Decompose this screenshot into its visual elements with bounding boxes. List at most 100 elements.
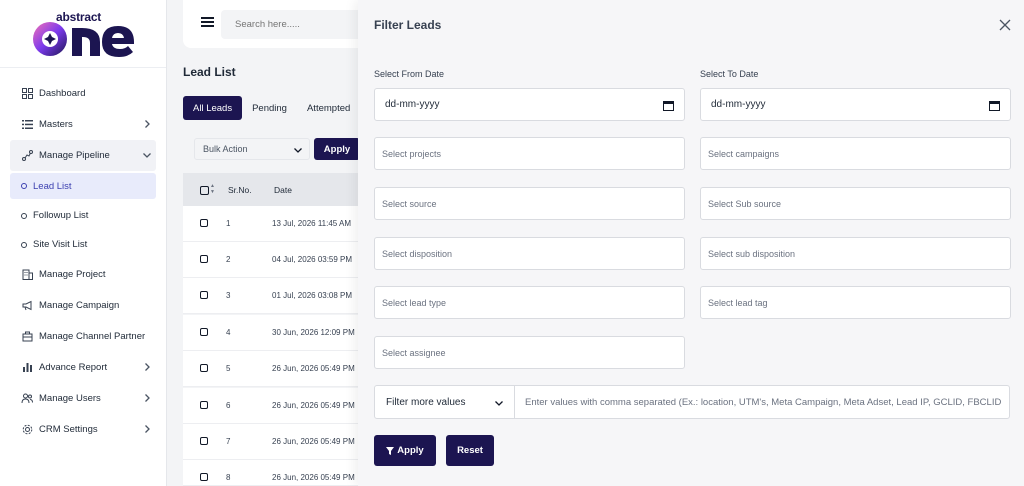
bulk-action-label: Bulk Action [203, 144, 248, 154]
from-date-placeholder: dd-mm-yyyy [385, 99, 440, 110]
campaigns-select[interactable]: Select campaigns [700, 137, 1011, 170]
bulk-action-select[interactable]: Bulk Action [194, 138, 310, 160]
row-date: 01 Jul, 2026 03:08 PM [272, 291, 353, 300]
chevron-down-icon [143, 153, 151, 158]
row-checkbox[interactable] [200, 291, 208, 299]
to-date-placeholder: dd-mm-yyyy [711, 99, 766, 110]
disposition-select[interactable]: Select disposition [374, 237, 685, 270]
calendar-icon[interactable] [663, 100, 674, 111]
page-title: Lead List [183, 65, 236, 79]
row-checkbox[interactable] [200, 364, 208, 372]
sort-icon[interactable]: ▲ ▼ [210, 183, 215, 195]
chevron-right-icon [145, 120, 150, 128]
filter-panel-title: Filter Leads [374, 18, 442, 32]
filter-apply-button[interactable]: Apply [374, 435, 436, 466]
select-all-checkbox[interactable] [200, 186, 209, 195]
row-checkbox[interactable] [200, 328, 208, 336]
sidebar-item-dashboard[interactable]: Dashboard [0, 78, 166, 109]
sidebar-subitem-site-visit-list[interactable]: Site Visit List [0, 230, 166, 259]
filter-more-values-group: Filter more values Enter values with com… [374, 385, 1010, 419]
column-header-sr-no[interactable]: Sr.No. [228, 185, 252, 195]
handshake-icon [21, 331, 33, 343]
sidebar-subitem-label: Followup List [33, 210, 89, 221]
bar-chart-icon [21, 362, 33, 374]
filter-reset-button[interactable]: Reset [446, 435, 494, 466]
tab-all-leads[interactable]: All Leads [183, 96, 243, 120]
row-date: 13 Jul, 2026 11:45 AM [272, 219, 352, 228]
row-date: 26 Jun, 2026 05:49 PM [272, 473, 355, 482]
from-date-input[interactable]: dd-mm-yyyy [374, 88, 685, 121]
sidebar-item-label: Masters [39, 119, 73, 130]
brand-one-logo-icon [33, 22, 134, 57]
sidebar-subitem-label: Site Visit List [33, 239, 88, 250]
row-sr-no: 4 [226, 328, 231, 337]
grid-icon [21, 88, 33, 100]
assignee-select[interactable]: Select assignee [374, 336, 685, 369]
sub-disposition-select[interactable]: Select sub disposition [700, 237, 1011, 270]
row-checkbox[interactable] [200, 401, 208, 409]
circle-icon [21, 241, 27, 248]
sidebar-item-manage-campaign[interactable]: Manage Campaign [0, 290, 166, 321]
filter-more-values-input[interactable]: Enter values with comma separated (Ex.: … [525, 386, 1001, 418]
source-select[interactable]: Select source [374, 187, 685, 220]
row-sr-no: 6 [226, 401, 231, 410]
table-row[interactable]: 6 26 Jun, 2026 05:49 PM [183, 388, 363, 424]
circle-icon [21, 183, 27, 189]
row-checkbox[interactable] [200, 219, 208, 227]
chevron-right-icon [145, 363, 150, 371]
bulk-apply-button[interactable]: Apply [314, 138, 360, 160]
lead-type-select[interactable]: Select lead type [374, 286, 685, 319]
row-checkbox[interactable] [200, 255, 208, 263]
table-row[interactable]: 5 26 Jun, 2026 05:49 PM [183, 351, 363, 387]
gear-icon [21, 424, 33, 436]
filter-more-values-select[interactable]: Filter more values [375, 386, 515, 418]
sidebar-item-label: Manage Users [39, 393, 101, 404]
tab-attempted[interactable]: Attempted [297, 96, 360, 120]
row-sr-no: 1 [226, 219, 231, 228]
circle-icon [21, 212, 27, 219]
chevron-down-icon [495, 401, 503, 406]
pipeline-icon [21, 150, 33, 162]
sidebar-item-masters[interactable]: Masters [0, 109, 166, 140]
users-icon [21, 393, 33, 405]
sidebar-item-manage-users[interactable]: Manage Users [0, 383, 166, 414]
table-row[interactable]: 2 04 Jul, 2026 03:59 PM [183, 242, 363, 278]
brand-logo[interactable]: abstract [0, 0, 166, 68]
row-date: 26 Jun, 2026 05:49 PM [272, 401, 355, 410]
filter-apply-label: Apply [397, 445, 424, 456]
to-date-input[interactable]: dd-mm-yyyy [700, 88, 1011, 121]
sidebar-nav: Dashboard Masters Manage Pipeline Lead L… [0, 68, 166, 445]
sidebar-subitem-label: Lead List [33, 180, 72, 192]
building-icon [21, 269, 33, 281]
projects-select[interactable]: Select projects [374, 137, 685, 170]
sidebar-subitem-lead-list[interactable]: Lead List [10, 173, 156, 199]
hamburger-menu-icon[interactable] [201, 17, 214, 27]
row-checkbox[interactable] [200, 473, 208, 481]
table-row[interactable]: 8 26 Jun, 2026 05:49 PM [183, 460, 363, 486]
sub-source-select[interactable]: Select Sub source [700, 187, 1011, 220]
lead-tag-select[interactable]: Select lead tag [700, 286, 1011, 319]
sidebar-subitem-followup-list[interactable]: Followup List [0, 201, 166, 230]
row-sr-no: 3 [226, 291, 231, 300]
megaphone-icon [21, 300, 33, 312]
sidebar-item-manage-project[interactable]: Manage Project [0, 259, 166, 290]
tab-pending[interactable]: Pending [242, 96, 297, 120]
row-date: 26 Jun, 2026 05:49 PM [272, 364, 355, 373]
table-row[interactable]: 7 26 Jun, 2026 05:49 PM [183, 424, 363, 460]
close-icon[interactable] [999, 19, 1011, 31]
column-header-date[interactable]: Date [274, 185, 292, 195]
sidebar-item-advance-report[interactable]: Advance Report [0, 352, 166, 383]
lead-tabs: All Leads Pending Attempted [183, 96, 360, 120]
table-row[interactable]: 3 01 Jul, 2026 03:08 PM [183, 278, 363, 314]
row-checkbox[interactable] [200, 437, 208, 445]
sidebar-item-manage-channel-partner[interactable]: Manage Channel Partner [0, 321, 166, 352]
sidebar-item-label: Manage Pipeline [39, 150, 110, 161]
table-row[interactable]: 1 13 Jul, 2026 11:45 AM [183, 206, 363, 242]
sidebar-item-label: Manage Channel Partner [39, 331, 146, 342]
row-date: 30 Jun, 2026 12:09 PM [272, 328, 355, 337]
sidebar-item-manage-pipeline[interactable]: Manage Pipeline [10, 140, 156, 171]
sidebar-item-label: Dashboard [39, 88, 86, 99]
calendar-icon[interactable] [989, 100, 1000, 111]
sidebar-item-crm-settings[interactable]: CRM Settings [0, 414, 166, 445]
table-row[interactable]: 4 30 Jun, 2026 12:09 PM [183, 315, 363, 351]
